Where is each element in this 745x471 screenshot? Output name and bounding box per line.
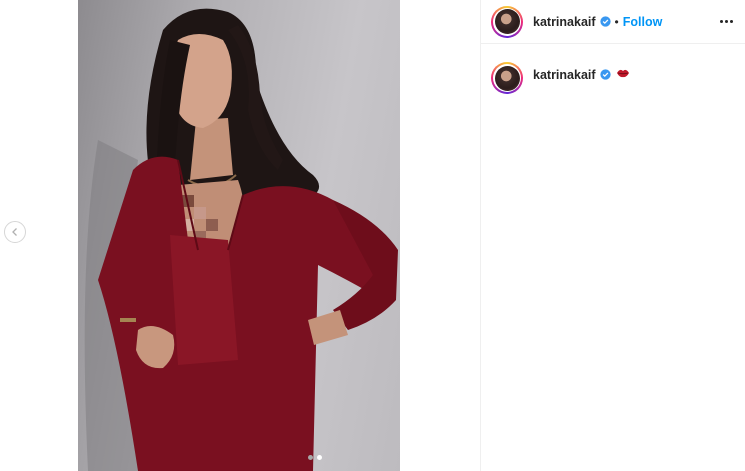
avatar[interactable] [491, 5, 523, 38]
lips-emoji-icon [616, 69, 629, 78]
username-link[interactable]: katrinakaif [533, 15, 596, 29]
carousel-dot-2[interactable] [317, 455, 322, 460]
caption-avatar[interactable] [491, 62, 523, 94]
separator-dot: • [614, 14, 619, 29]
previous-slide-button[interactable] [4, 221, 26, 243]
caption-username-link[interactable]: katrinakaif [533, 68, 596, 82]
post-sidebar: katrinakaif • Follow katrinakaif [480, 0, 745, 471]
chevron-left-icon [12, 228, 17, 236]
portrait-illustration [84, 8, 398, 471]
caption: katrinakaif [481, 44, 745, 94]
more-options-icon[interactable] [720, 14, 733, 29]
carousel-dot-1[interactable] [308, 455, 313, 460]
avatar-image [494, 65, 520, 91]
follow-button[interactable]: Follow [623, 15, 663, 29]
avatar-image [494, 9, 520, 34]
post-photo[interactable] [78, 0, 400, 471]
carousel-indicator [308, 455, 322, 460]
post-header: katrinakaif • Follow [481, 0, 745, 44]
verified-badge-icon [599, 16, 611, 27]
media-pane [0, 0, 480, 471]
verified-badge-icon [599, 69, 611, 80]
